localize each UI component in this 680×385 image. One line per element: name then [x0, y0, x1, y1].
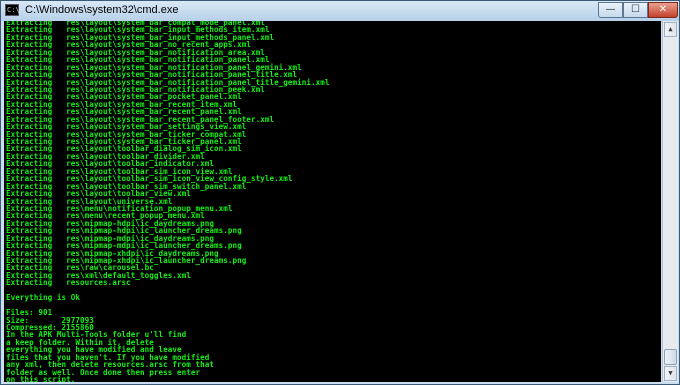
console-line: Extracting resources.arsc: [6, 278, 131, 288]
scroll-thumb[interactable]: [664, 349, 677, 365]
scroll-down-button[interactable]: ▼: [664, 366, 677, 381]
console-output[interactable]: Extracting res\layout\system_bar_compat_…: [4, 21, 661, 382]
cmd-window: C:\ C:\Windows\system32\cmd.exe — ☐ ✕ Ex…: [0, 0, 680, 385]
close-button[interactable]: ✕: [648, 2, 678, 18]
minimize-button[interactable]: —: [598, 2, 623, 18]
console-line: Everything is Ok: [6, 293, 80, 303]
cmd-app-icon[interactable]: C:\: [5, 4, 20, 16]
console-lines: Extracting res\layout\system_bar_compat_…: [6, 21, 330, 382]
title-bar[interactable]: C:\ C:\Windows\system32\cmd.exe — ☐ ✕: [1, 1, 679, 21]
vertical-scrollbar[interactable]: ▲ ▼: [662, 21, 678, 382]
scroll-up-button[interactable]: ▲: [664, 22, 677, 37]
console-line: on this script.: [6, 375, 76, 382]
maximize-button[interactable]: ☐: [623, 2, 648, 18]
window-title: C:\Windows\system32\cmd.exe: [25, 4, 179, 16]
